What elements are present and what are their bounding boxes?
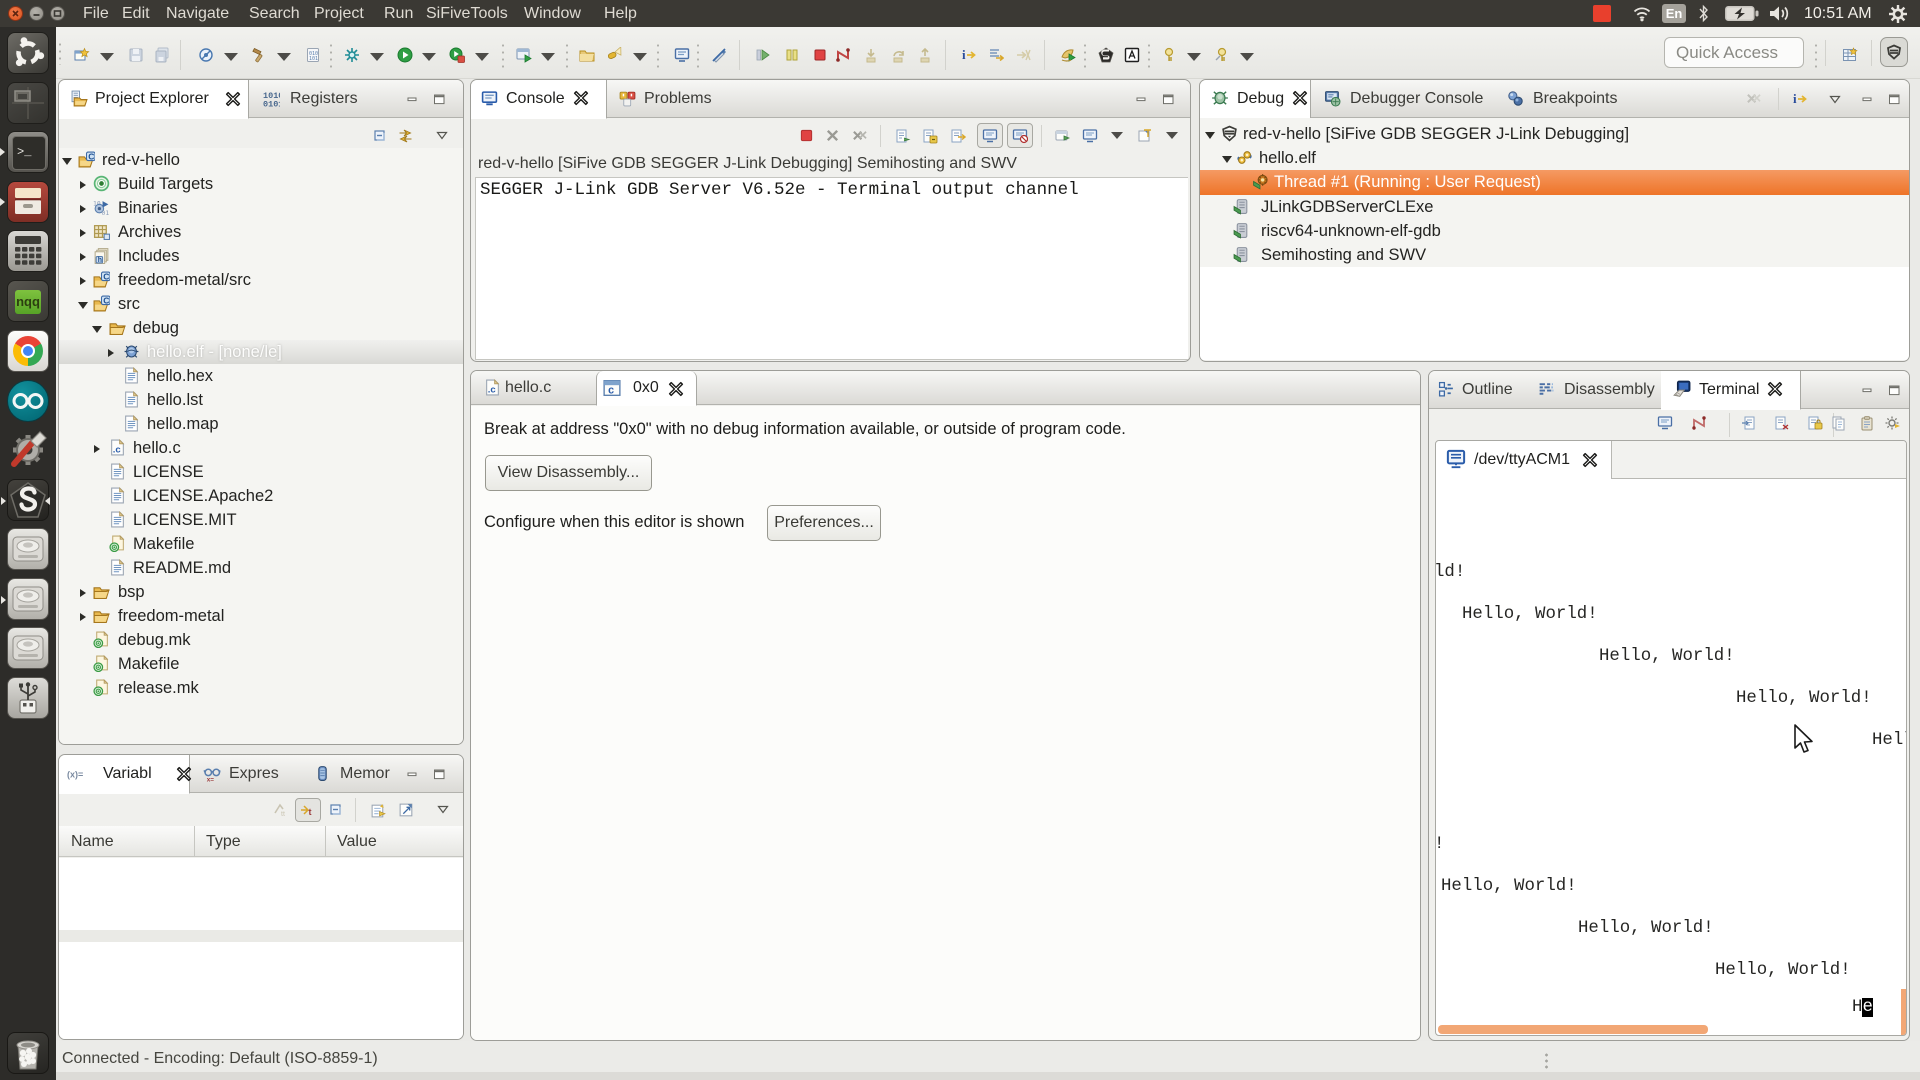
svg-text:c: c (608, 385, 614, 397)
svg-text:101: 101 (309, 56, 318, 62)
svg-text:tt: tt (281, 811, 285, 818)
svg-text:t: t (309, 807, 312, 817)
svg-text:i: i (962, 47, 966, 62)
svg-text:i: i (1793, 91, 1797, 106)
